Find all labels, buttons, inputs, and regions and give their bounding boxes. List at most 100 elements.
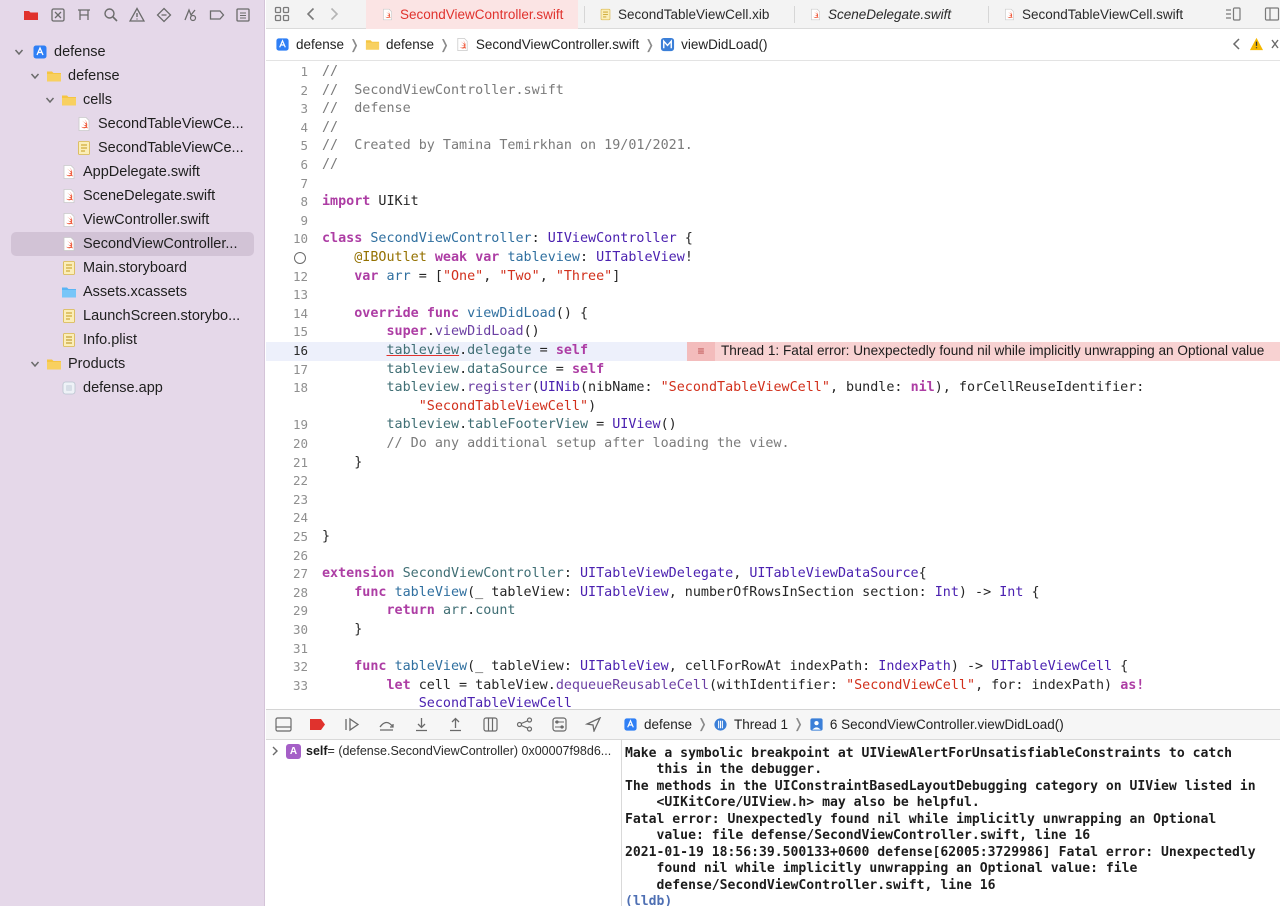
code-line[interactable]: 16 tableview.delegate = self ≡ Thread 1: F…	[266, 342, 1280, 361]
code-line[interactable]: 24	[266, 509, 1280, 528]
code-line[interactable]: 7	[266, 175, 1280, 194]
code-line[interactable]: 4 //	[266, 119, 1280, 138]
code-line[interactable]: 25}	[266, 528, 1280, 547]
code-line[interactable]: 32 func tableView(_ tableView: UITableVi…	[266, 658, 1280, 677]
breadcrumb-item[interactable]: SecondViewController.swift	[455, 37, 639, 52]
tree-item[interactable]: Products	[0, 352, 265, 376]
tree-item[interactable]: defense	[0, 64, 265, 88]
disclosure-chevron-icon[interactable]	[266, 746, 284, 756]
code-line[interactable]: 17 tableview.dataSource = self	[266, 361, 1280, 380]
code-editor[interactable]: 1 // 2 // SecondViewController.swift 3 // def…	[266, 62, 1280, 709]
grid-icon[interactable]	[272, 5, 292, 23]
tree-item[interactable]: SceneDelegate.swift	[0, 184, 265, 208]
code-line[interactable]: 12 var arr = ["One", "Two", "Three"]	[266, 268, 1280, 287]
disclosure-chevron-icon[interactable]	[29, 358, 41, 370]
code-line[interactable]: 10 class SecondViewController: UIViewCont…	[266, 230, 1280, 249]
breadcrumb-item[interactable]: viewDidLoad()	[660, 37, 767, 52]
hide-debug-area-icon[interactable]	[266, 715, 301, 735]
breakpoint-icon[interactable]	[204, 5, 231, 25]
editor-tab[interactable]: SecondTableViewCell.xib	[584, 0, 787, 29]
tree-item[interactable]: Main.storyboard	[0, 256, 265, 280]
tree-item[interactable]: cells	[0, 88, 265, 112]
close-icon[interactable]	[1270, 37, 1280, 54]
disclosure-chevron-icon[interactable]	[29, 70, 41, 82]
inspector-toggle-icon[interactable]	[1223, 5, 1243, 23]
code-line[interactable]: 28 func tableView(_ tableView: UITableVi…	[266, 584, 1280, 603]
step-into-icon[interactable]	[404, 715, 439, 735]
code-line[interactable]: 19 tableview.tableFooterView = UIView()	[266, 416, 1280, 435]
code-line[interactable]: 31	[266, 640, 1280, 659]
symbol-icon[interactable]	[71, 5, 98, 25]
view-hierarchy-icon[interactable]	[473, 715, 508, 735]
simulate-location-icon[interactable]	[577, 715, 612, 735]
code-line[interactable]: 20 // Do any additional setup after load…	[266, 435, 1280, 454]
back-arrow-icon[interactable]	[301, 5, 321, 23]
code-line[interactable]: 14 override func viewDidLoad() {	[266, 305, 1280, 324]
code-line[interactable]: 33 let cell = tableView.dequeueReusableC…	[266, 677, 1280, 696]
tree-item[interactable]: Info.plist	[0, 328, 265, 352]
code-line[interactable]: 30 }	[266, 621, 1280, 640]
console[interactable]: Make a symbolic breakpoint at UIViewAler…	[623, 740, 1280, 906]
tree-item[interactable]: defense.app	[0, 376, 265, 400]
code-line[interactable]: "SecondTableViewCell")	[266, 398, 1280, 417]
step-out-icon[interactable]	[439, 715, 474, 735]
breakpoints-toggle-icon[interactable]	[301, 715, 336, 735]
code-line[interactable]: 1 //	[266, 63, 1280, 82]
code-line[interactable]: 13	[266, 286, 1280, 305]
code-line[interactable]: @IBOutlet weak var tableview: UITableVie…	[266, 249, 1280, 268]
tree-item[interactable]: ViewController.swift	[0, 208, 265, 232]
code-line[interactable]: 6 //	[266, 156, 1280, 175]
source-control-icon[interactable]	[45, 5, 72, 25]
code-line[interactable]: 9	[266, 212, 1280, 231]
editor-tab[interactable]: SecondViewController.swift	[366, 0, 578, 29]
error-banner[interactable]: ≡ Thread 1: Fatal error: Unexpectedly fou…	[687, 342, 1280, 361]
tree-item[interactable]: LaunchScreen.storybo...	[0, 304, 265, 328]
outlet-connection-icon[interactable]	[294, 252, 306, 264]
code-line[interactable]: 3 // defense	[266, 100, 1280, 119]
test-icon[interactable]	[151, 5, 178, 25]
code-line[interactable]: 23	[266, 491, 1280, 510]
tree-item[interactable]: SecondTableViewCe...	[0, 136, 265, 160]
code-line[interactable]: 8 import UIKit	[266, 193, 1280, 212]
code-line[interactable]: 29 return arr.count	[266, 602, 1280, 621]
tree-item[interactable]: SecondTableViewCe...	[0, 112, 265, 136]
breadcrumb-item[interactable]: defense	[623, 717, 692, 732]
code-line[interactable]: 22	[266, 472, 1280, 491]
code-line[interactable]: SecondTableViewCell	[266, 695, 1280, 709]
continue-icon[interactable]	[335, 715, 370, 735]
tree-item[interactable]: SecondViewController...	[11, 232, 254, 256]
debug-icon[interactable]	[177, 5, 204, 25]
code-line[interactable]: 5 // Created by Tamina Temirkhan on 19/01…	[266, 137, 1280, 156]
breadcrumb-item[interactable]: defense	[365, 37, 434, 52]
error-menu-icon[interactable]: ≡	[687, 342, 715, 361]
code-line[interactable]: 18 tableview.register(UINib(nibName: "Se…	[266, 379, 1280, 398]
report-icon[interactable]	[230, 5, 257, 25]
step-over-icon[interactable]	[370, 715, 405, 735]
folder-icon[interactable]	[18, 5, 45, 25]
tree-item[interactable]: defense	[0, 40, 265, 64]
forward-arrow-icon[interactable]	[324, 5, 344, 23]
editor-tab[interactable]: SecondTableViewCell.swift	[988, 0, 1188, 29]
tree-item[interactable]: Assets.xcassets	[0, 280, 265, 304]
code-line[interactable]: 27 extension SecondViewController: UITabl…	[266, 565, 1280, 584]
chevron-left-icon[interactable]	[1231, 37, 1243, 54]
variable-row[interactable]: Aself = (defense.SecondViewController) 0…	[266, 742, 611, 760]
warning-icon[interactable]	[1249, 37, 1264, 54]
search-icon[interactable]	[98, 5, 125, 25]
breadcrumb-item[interactable]: defense	[275, 37, 344, 52]
warning-icon[interactable]	[124, 5, 151, 25]
console-prompt[interactable]: (lldb)	[625, 894, 672, 906]
split-editor-icon[interactable]	[1262, 5, 1280, 23]
breadcrumb-item[interactable]: Thread 1	[713, 717, 788, 732]
code-line[interactable]: 21 }	[266, 454, 1280, 473]
tree-item[interactable]: AppDelegate.swift	[0, 160, 265, 184]
memory-graph-icon[interactable]	[508, 715, 543, 735]
disclosure-chevron-icon[interactable]	[13, 46, 25, 58]
breadcrumb-item[interactable]: 6 SecondViewController.viewDidLoad()	[809, 717, 1064, 732]
code-line[interactable]: 15 super.viewDidLoad()	[266, 323, 1280, 342]
code-line[interactable]: 2 // SecondViewController.swift	[266, 82, 1280, 101]
editor-tab[interactable]: SceneDelegate.swift	[794, 0, 980, 29]
disclosure-chevron-icon[interactable]	[44, 94, 56, 106]
code-line[interactable]: 26	[266, 547, 1280, 566]
environment-overrides-icon[interactable]	[542, 715, 577, 735]
